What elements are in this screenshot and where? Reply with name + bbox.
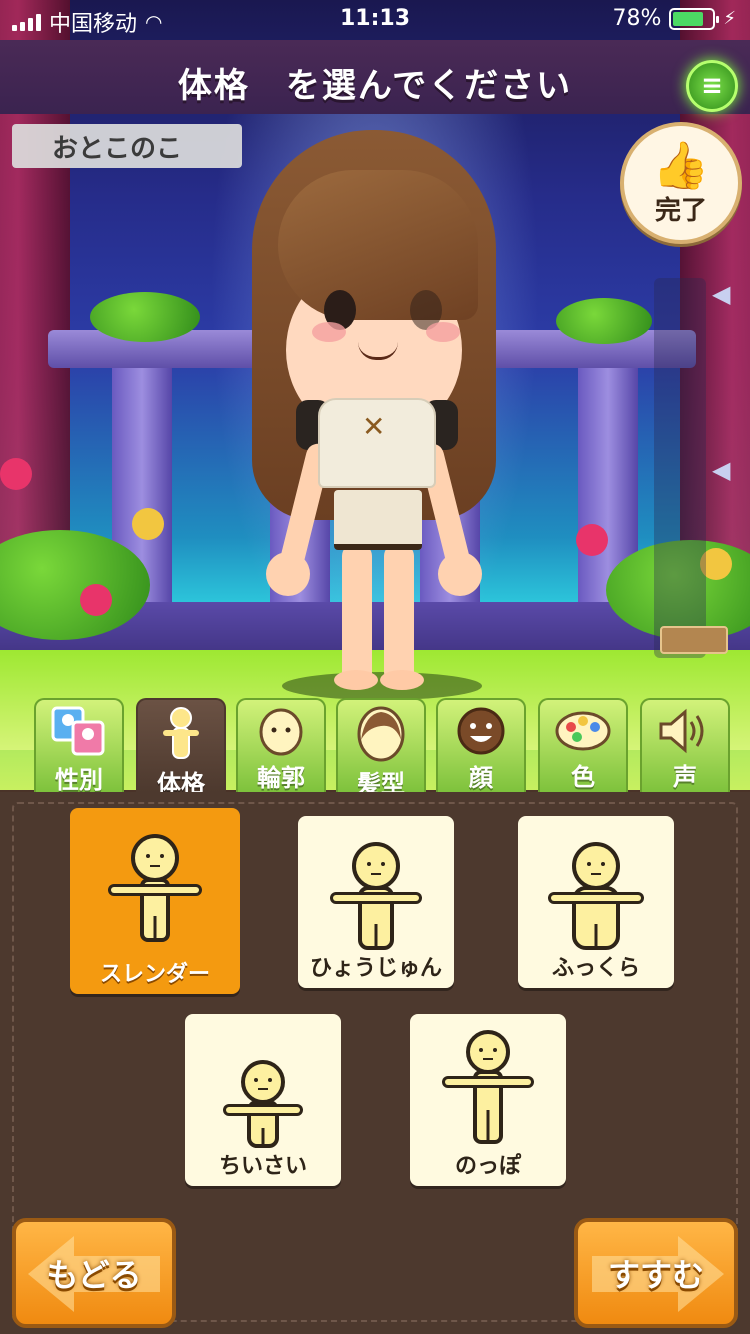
category-tabs: 性別 体格 輪郭 髪型 顔 色 声 [0,698,750,798]
avatar-foot [380,670,424,690]
body-option-tall[interactable]: のっぽ [410,1014,566,1186]
avatar-leg [384,544,414,684]
hedge [556,298,652,344]
slender-figure-icon [108,834,202,942]
avatar-hand [266,552,310,596]
option-label: ひょうじゅん [309,956,442,981]
body-option-small[interactable]: ちいさい [185,1014,341,1186]
tab-label: 輪郭 [257,764,305,792]
tab-color[interactable]: 色 [538,698,628,792]
back-label: もどる [46,1256,142,1294]
battery-percent: 78% [612,6,662,31]
tab-outline[interactable]: 輪郭 [236,698,326,792]
option-label: スレンダー [99,962,210,987]
avatar-preview-scene: ✕ 体格 を選んでください ≡ おとこのこ 👍 完了 ◀ ◀ [0,0,750,790]
zoom-down-icon[interactable]: ◀ [712,456,730,484]
speaker-icon [657,706,713,755]
battery-icon [669,7,720,30]
flower [80,584,112,616]
status-bar: 中国移动 ◠ 11:13 78% ⚡ [0,0,750,40]
palette-icon [555,706,611,755]
avatar: ✕ [238,130,508,710]
avatar-leg [342,544,372,684]
standard-figure-icon [330,842,422,950]
menu-button[interactable]: ≡ [686,60,738,112]
done-button[interactable]: 👍 完了 [620,122,742,244]
page-title: 体格 を選んでください [177,66,573,106]
option-label: ちいさい [218,1154,307,1179]
tab-gender[interactable]: 性別 [34,698,124,794]
charging-icon: ⚡ [723,8,736,29]
body-icon [153,706,209,762]
tab-label: 声 [673,763,697,791]
back-button[interactable]: もどる [12,1218,176,1328]
slider-handle[interactable] [660,626,728,654]
body-option-standard[interactable]: ひょうじゅん [298,816,454,988]
next-label: すすむ [607,1256,704,1294]
tab-label: 性別 [55,766,103,794]
avatar-hand [438,552,482,596]
tab-label: 顔 [469,764,493,792]
avatar-cheek [426,322,460,342]
flower [576,524,608,556]
tab-face[interactable]: 顔 [436,698,526,792]
tab-body[interactable]: 体格 [136,698,226,798]
face-icon [453,706,509,756]
tab-voice[interactable]: 声 [640,698,730,792]
option-label: ふっくら [551,956,640,981]
menu-icon: ≡ [701,71,723,101]
body-option-chubby[interactable]: ふっくら [518,816,674,988]
zoom-up-icon[interactable]: ◀ [712,280,730,308]
avatar-shorts [334,490,422,550]
hedge [90,292,200,342]
tab-label: 色 [571,763,595,791]
camera-zoom-slider[interactable] [654,278,706,658]
avatar-top-emblem: ✕ [362,410,386,443]
chubby-figure-icon [548,842,644,950]
face-outline-icon [253,706,309,756]
flower [132,508,164,540]
avatar-foot [334,670,378,690]
done-label: 完了 [654,195,707,226]
flower [0,458,32,490]
small-figure-icon [223,1060,303,1148]
next-button[interactable]: すすむ [574,1218,738,1328]
tab-hairstyle[interactable]: 髪型 [336,698,426,798]
option-label: のっぽ [454,1154,521,1179]
thumbs-up-icon: 👍 [652,137,710,192]
avatar-cheek [312,322,346,342]
hairstyle-icon [353,706,409,762]
gender-indicator: おとこのこ [12,124,242,168]
avatar-bangs [278,170,478,320]
tall-figure-icon [442,1030,534,1144]
body-option-slender[interactable]: スレンダー [70,808,240,994]
battery-group: 78% ⚡ [612,6,736,31]
gender-icon [51,706,107,758]
